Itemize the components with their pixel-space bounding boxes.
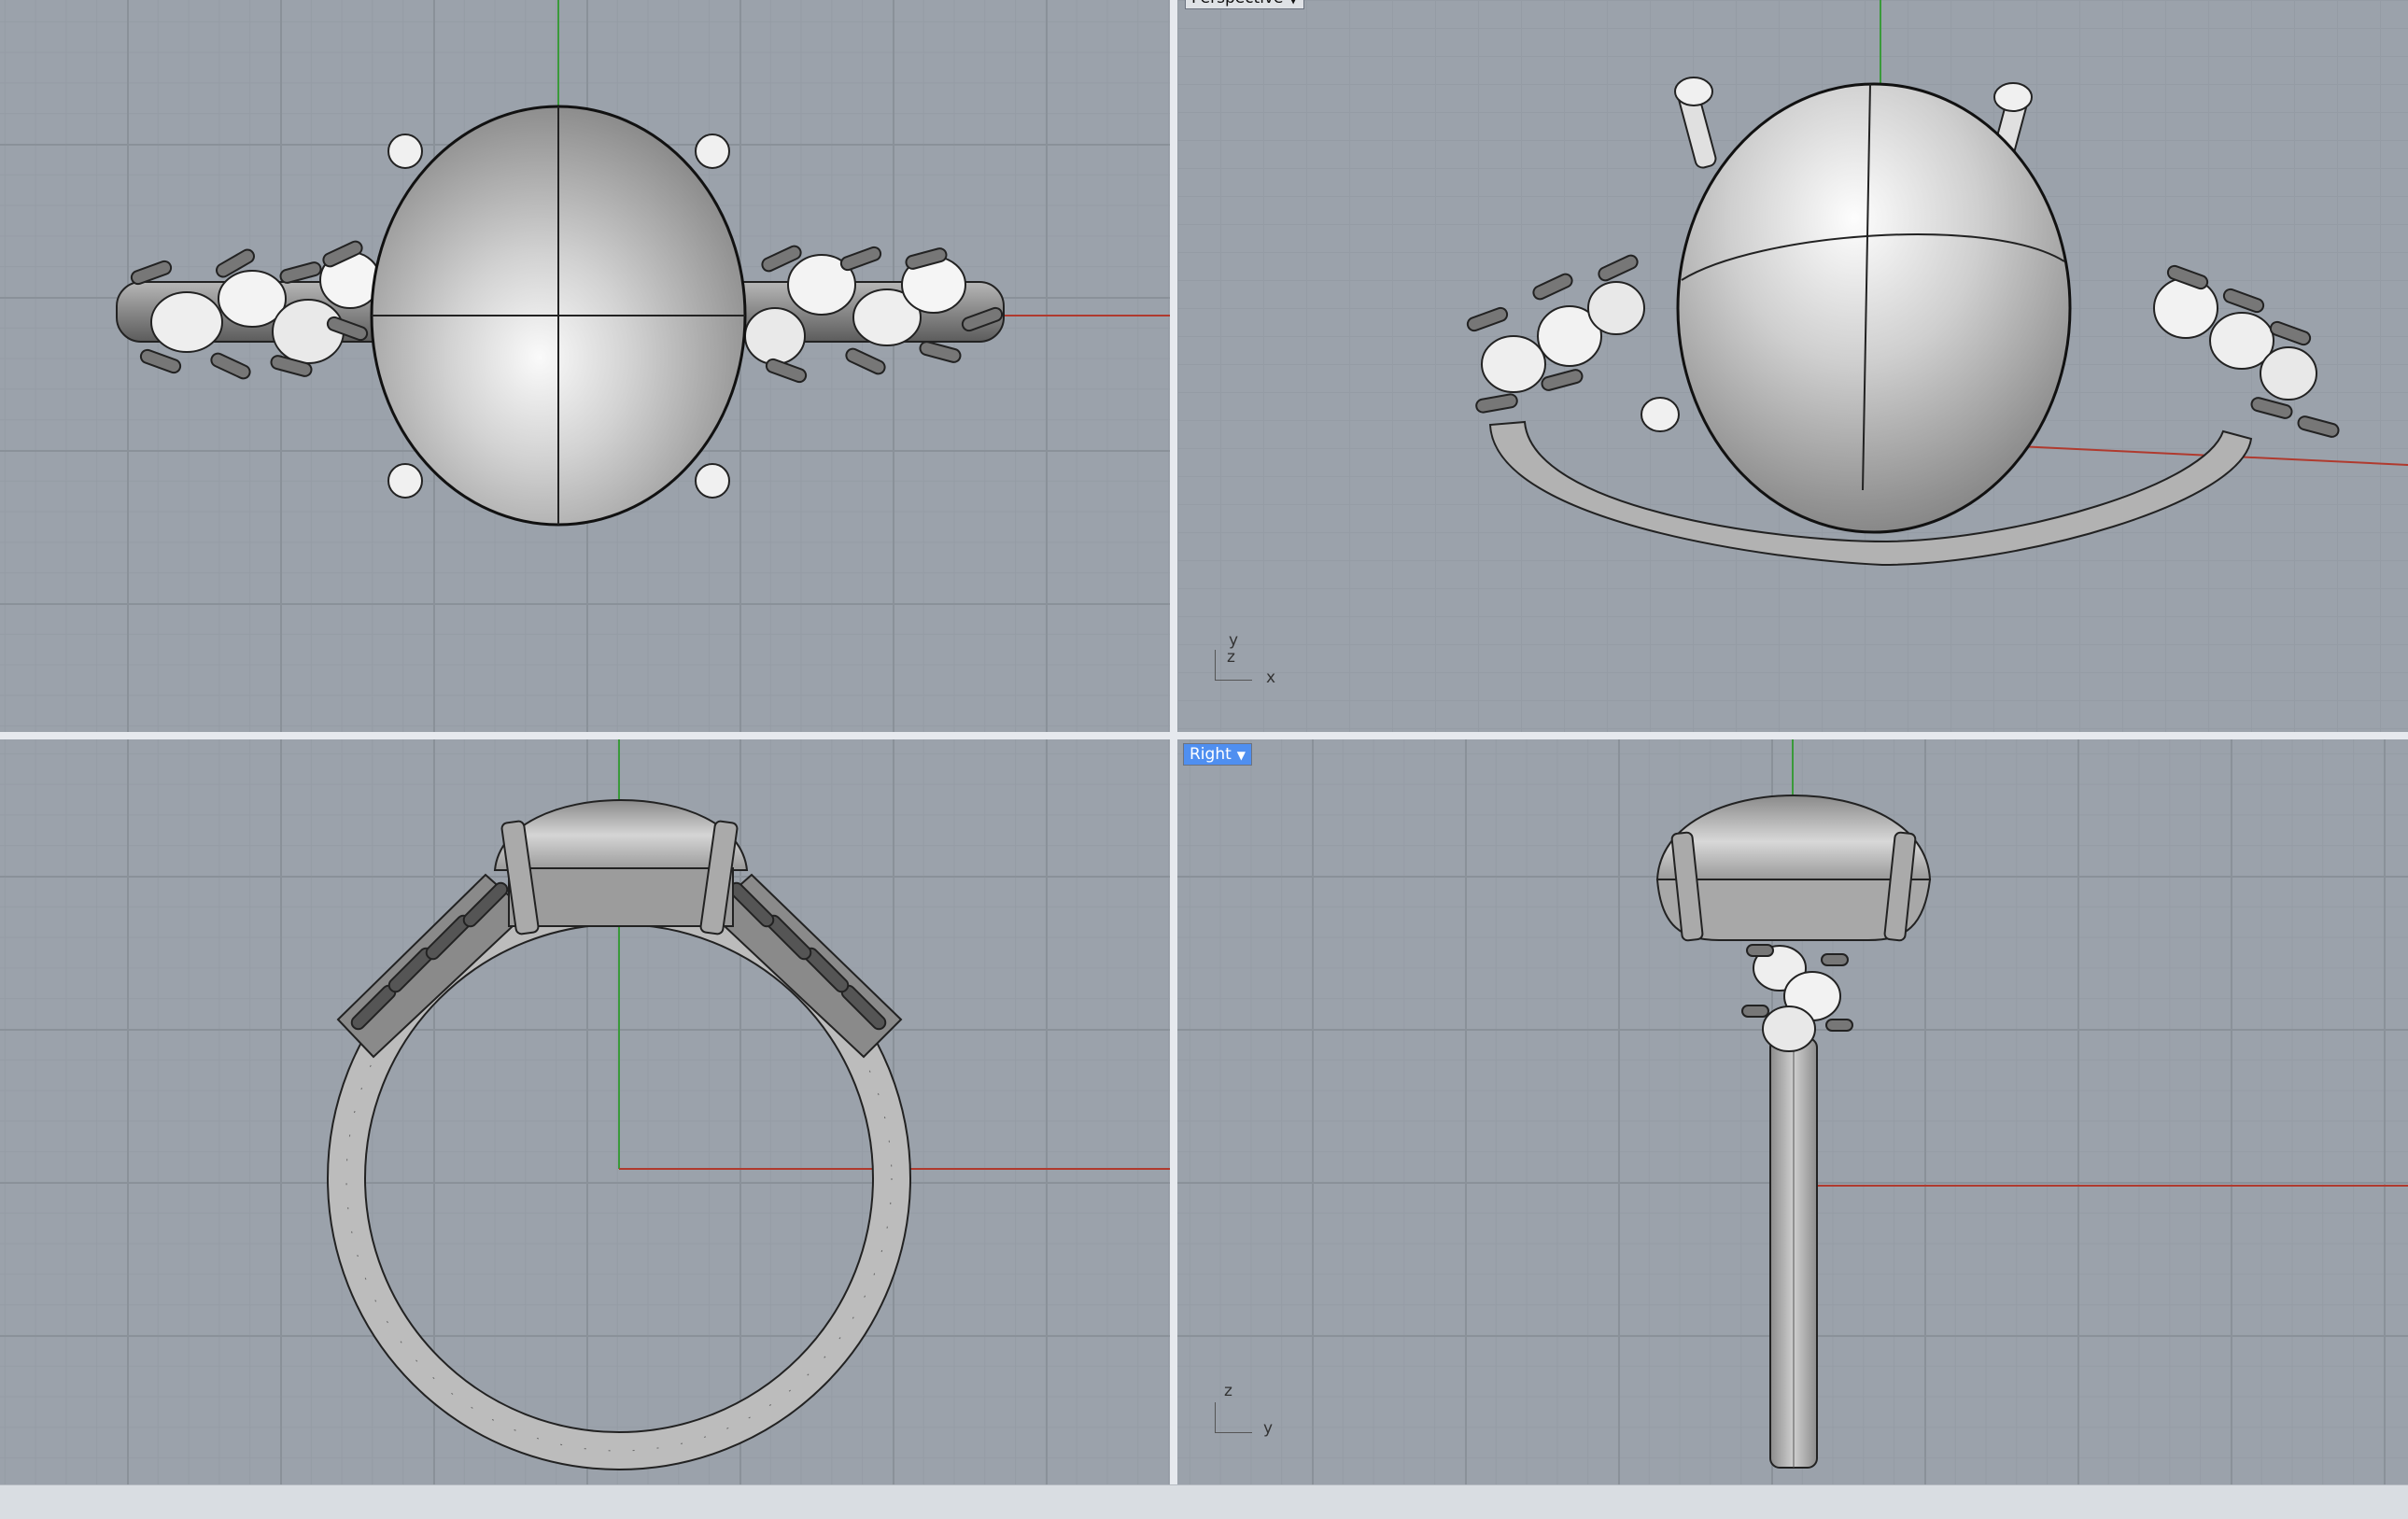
accent-stones-left: [1466, 254, 1645, 414]
accent-stones-right: [2153, 264, 2340, 438]
center-stone: [493, 799, 749, 871]
status-bar: [0, 1484, 2408, 1519]
viewport-right[interactable]: Right ▼ z y: [1177, 739, 2408, 1484]
perspective-view-render: [1466, 0, 2408, 567]
viewport-top[interactable]: [0, 0, 1170, 732]
viewport-splitter-horizontal[interactable]: [0, 732, 2408, 739]
front-view-render: [327, 739, 1170, 1470]
top-view-render: [116, 0, 1170, 527]
center-stone: [1655, 795, 1932, 880]
right-view-render: [1655, 739, 2408, 1469]
axis-label-z: z: [1224, 1382, 1232, 1400]
axis-label-y: y: [1263, 1419, 1274, 1438]
gallery: [508, 867, 734, 927]
viewport-perspective[interactable]: Perspective▼: [1177, 0, 2408, 732]
axis-label-z: z: [1227, 648, 1235, 667]
accent-stones: [1741, 944, 1853, 1052]
axis-label-x: x: [1266, 668, 1276, 687]
center-stone: [1676, 82, 2072, 534]
axis-indicator: [1211, 1393, 1267, 1449]
axis-label-y: y: [1229, 631, 1239, 650]
axis-indicator: [1211, 635, 1267, 691]
viewport-front[interactable]: [0, 739, 1170, 1484]
viewport-splitter-vertical[interactable]: [1170, 0, 1177, 1484]
